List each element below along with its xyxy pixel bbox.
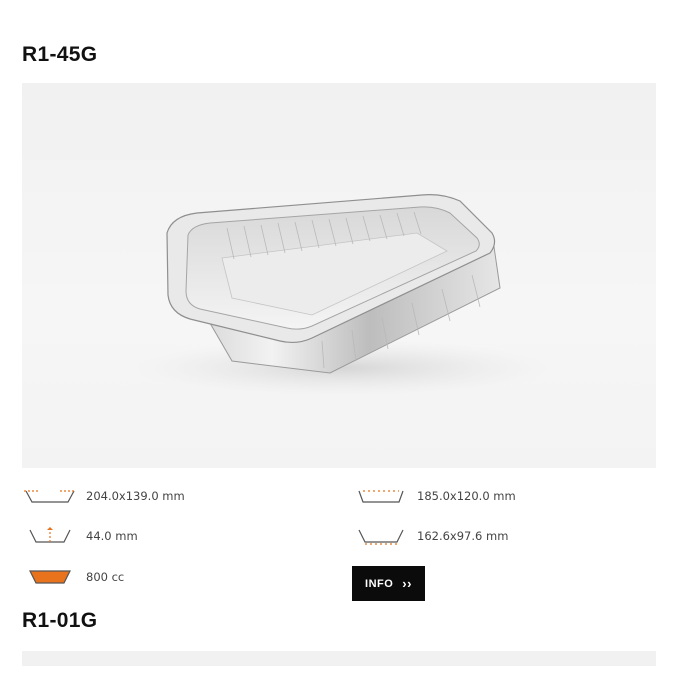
tray-capacity-icon <box>29 570 71 584</box>
spec-bottom-dimensions: 162.6x97.6 mm <box>353 527 508 545</box>
product-image[interactable] <box>22 651 656 666</box>
spec-capacity-value: 800 cc <box>86 570 125 584</box>
foil-tray-image <box>132 194 552 396</box>
chevron-right-icon: ›› <box>402 576 412 591</box>
tray-inner-top-icon <box>358 490 404 503</box>
spec-inner-top-dimensions: 185.0x120.0 mm <box>353 488 516 504</box>
spec-bottom-dimensions-value: 162.6x97.6 mm <box>417 529 509 543</box>
tray-top-dimensions-icon <box>24 490 76 503</box>
tray-bottom-dimensions-icon <box>358 529 404 545</box>
spec-top-dimensions-value: 204.0x139.0 mm <box>86 489 185 503</box>
spec-height: 44.0 mm <box>22 527 138 545</box>
spec-capacity: 800 cc <box>22 568 124 586</box>
product-title: R1-01G <box>22 609 98 632</box>
info-button[interactable]: INFO ›› <box>352 566 425 601</box>
tray-height-icon <box>29 527 71 543</box>
spec-height-value: 44.0 mm <box>86 529 138 543</box>
product-title: R1-45G <box>22 43 98 66</box>
info-button-label: INFO <box>365 577 394 590</box>
spec-inner-top-dimensions-value: 185.0x120.0 mm <box>417 489 516 503</box>
product-image[interactable] <box>22 83 656 468</box>
spec-top-dimensions: 204.0x139.0 mm <box>22 488 185 504</box>
